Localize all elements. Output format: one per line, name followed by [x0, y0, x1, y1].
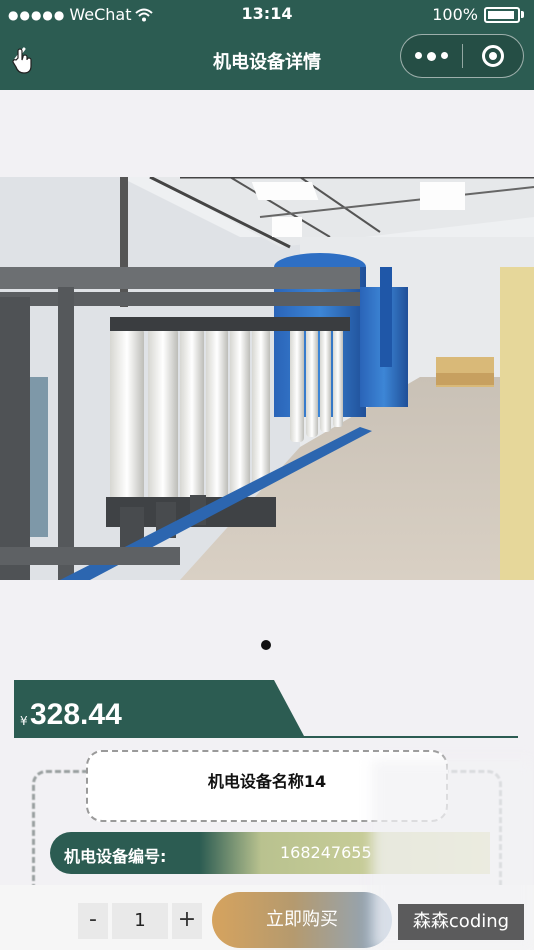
price-underline — [14, 736, 518, 738]
battery-tip — [521, 11, 524, 18]
product-code-label: 机电设备编号: — [64, 847, 167, 866]
close-program-icon[interactable] — [462, 45, 523, 67]
price-panel: ¥ 328.44 — [14, 680, 518, 738]
increase-button[interactable]: + — [172, 903, 202, 939]
product-code-value: 168247655 — [280, 843, 372, 862]
product-price: 328.44 — [30, 698, 122, 731]
quantity-stepper: - 1 + — [78, 903, 202, 939]
equipment-photo — [0, 177, 534, 580]
status-bar: ●●●●● WeChat 13:14 100% — [0, 0, 534, 30]
more-menu-icon[interactable] — [401, 51, 462, 61]
decrease-button[interactable]: - — [78, 903, 108, 939]
carousel-dot-active[interactable] — [261, 640, 271, 650]
battery-icon — [484, 6, 520, 23]
buy-now-button[interactable]: 立即购买 — [212, 892, 392, 948]
navigation-bar: 机电设备详情 — [0, 30, 534, 90]
currency-symbol: ¥ — [20, 714, 28, 728]
battery-info: 100% — [432, 5, 524, 24]
watermark-label: 森森coding — [398, 904, 524, 940]
price-tab: ¥ 328.44 — [14, 680, 304, 736]
quantity-value[interactable]: 1 — [112, 903, 168, 939]
mini-program-capsule — [400, 34, 524, 78]
product-image-carousel[interactable] — [0, 177, 534, 580]
battery-percent: 100% — [432, 5, 478, 24]
